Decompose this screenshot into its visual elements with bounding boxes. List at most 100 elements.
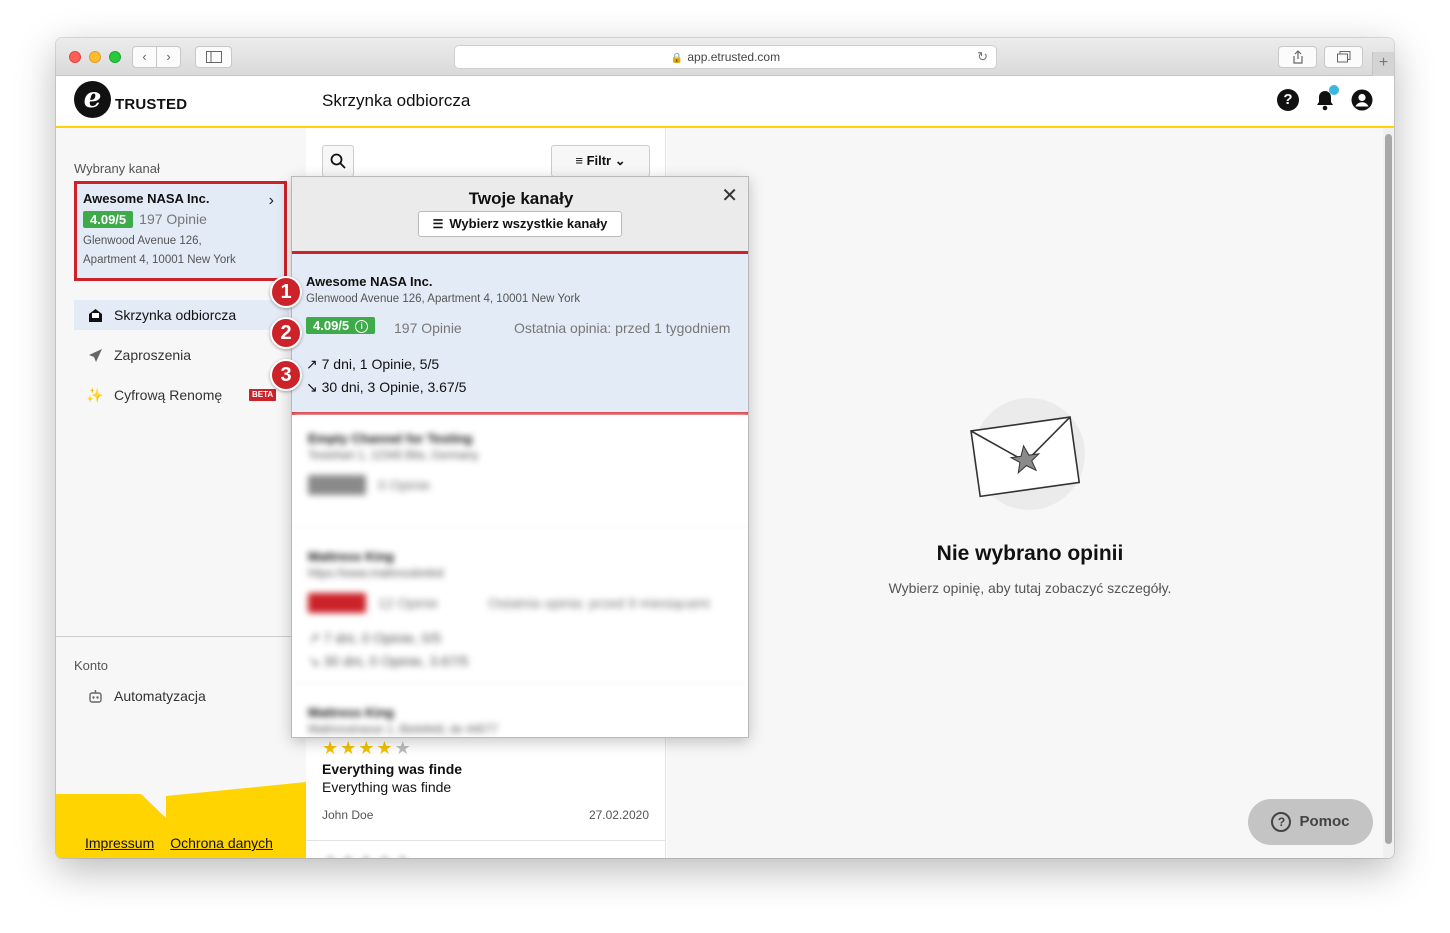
select-all-channels-button[interactable]: ☰ Wybierz wszystkie kanały [418, 211, 622, 237]
beta-badge: BETA [249, 389, 277, 401]
reload-icon[interactable]: ↻ [977, 46, 988, 68]
channel-address: Glenwood Avenue 126, Apartment 4, 10001 … [306, 293, 581, 305]
channels-dropdown-title: Twoje kanały [468, 189, 574, 208]
channel-name: Awesome NASA Inc. [306, 274, 433, 289]
channel-item[interactable]: Mattress King https://www.mattresskinkid… [292, 529, 748, 685]
help-button-label: Pomoc [1299, 813, 1350, 830]
rating-badge [308, 475, 366, 500]
page-scrollbar[interactable] [1383, 128, 1394, 858]
selected-channel-card[interactable]: Awesome NASA Inc. › 4.09/5 197 Opinie Gle… [74, 181, 287, 281]
trend-down-icon: ↘ [306, 379, 322, 395]
rating-badge: 4.09/5 i [306, 317, 376, 334]
annotation-marker-2: 2 [270, 317, 302, 349]
sidebar-item-inbox[interactable]: Skrzynka odbiorcza [74, 300, 289, 330]
review-count: 197 Opinie [139, 211, 207, 227]
filter-icon: ≡ [575, 153, 583, 168]
new-tab-button[interactable]: + [1372, 52, 1394, 76]
selected-channel-label: Wybrany kanał [74, 161, 160, 176]
review-count: 0 Opinie [378, 477, 431, 493]
review-divider [306, 840, 666, 841]
review-detail-panel: Nie wybrano opinii Wybierz opinię, aby t… [667, 128, 1383, 858]
rating-badge: 4.09/5 [83, 211, 134, 228]
star-icon: ★ [358, 738, 377, 758]
tabs-overview-button[interactable] [1324, 46, 1363, 68]
list-icon: ☰ [432, 217, 444, 231]
close-icon[interactable]: ✕ [721, 183, 738, 208]
search-icon [330, 153, 346, 169]
channel-name: Awesome NASA Inc. [83, 191, 210, 206]
review-author: John Doe [322, 808, 374, 822]
info-icon[interactable]: i [355, 320, 369, 333]
lock-icon: 🔒 [670, 53, 684, 64]
page-title: Skrzynka odbiorcza [322, 91, 471, 110]
forward-button[interactable]: › [156, 46, 181, 68]
back-button[interactable]: ‹ [132, 46, 157, 68]
etrusted-logo[interactable]: e [74, 81, 111, 118]
logo-text: TRUSTED [115, 96, 188, 113]
channel-name: Mattress King [308, 549, 394, 564]
account-label: Konto [74, 658, 108, 673]
minimize-window-button[interactable] [89, 51, 101, 63]
channel-address-line1: Glenwood Avenue 126, [83, 235, 202, 247]
maximize-window-button[interactable] [109, 51, 121, 63]
browser-window: ‹ › 🔒 app.etrusted.com ↻ + e TRUSTED Skrz… [56, 38, 1394, 858]
sidebar: Wybrany kanał Awesome NASA Inc. › 4.09/5… [56, 128, 306, 858]
empty-state-illustration [970, 398, 1085, 510]
empty-state-subtitle: Wybierz opinię, aby tutaj zobaczyć szcze… [888, 580, 1172, 596]
close-window-button[interactable] [69, 51, 81, 63]
help-button[interactable]: ? Pomoc [1248, 799, 1373, 845]
channels-dropdown-header: Twoje kanały ✕ ☰ Wybierz wszystkie kanały [292, 177, 748, 254]
channel-item-active[interactable]: Awesome NASA Inc. Glenwood Avenue 126, A… [292, 251, 748, 415]
channels-dropdown: Twoje kanały ✕ ☰ Wybierz wszystkie kanały… [291, 176, 749, 738]
notifications-button[interactable] [1314, 85, 1339, 111]
filter-button[interactable]: ≡ Filtr ⌄ [551, 145, 650, 177]
next-review-stars: ★★★★★ [322, 850, 413, 858]
trend-up-icon: ↗ [306, 356, 322, 372]
sidebar-icon [205, 51, 222, 63]
sidebar-item-invitations[interactable]: Zaproszenia [74, 340, 289, 370]
sidebar-item-digital-reputation[interactable]: ✨ Cyfrową Renomę BETA [74, 380, 289, 410]
user-icon [1351, 89, 1373, 111]
account-button[interactable] [1351, 89, 1373, 111]
rating-value: 4.09/5 [313, 318, 350, 333]
sidebar-divider [56, 636, 306, 637]
channel-name: Mattress King [308, 705, 394, 720]
impressum-link[interactable]: Impressum [85, 835, 154, 851]
trend-30-days: ↘ 30 dni, 3 Opinie, 3.67/5 [306, 379, 466, 396]
envelope-star-icon [970, 416, 1081, 498]
send-icon [86, 340, 104, 373]
review-stars: ★★★★★ [322, 738, 413, 759]
channel-address: Testshart 1, 12345 Bits, Germany [308, 450, 479, 462]
trend-7-days: ↗ 7 dni, 0 Opinie, 0/5 [308, 630, 442, 646]
last-review: Ostatnia opinia: przed 9 miesiącami [488, 595, 710, 611]
share-icon [1292, 50, 1303, 64]
star-icon: ★ [376, 738, 395, 758]
trend-7-text: 7 dni, 0 Opinie, 0/5 [323, 630, 442, 646]
star-icon: ★ [340, 738, 359, 758]
channel-item[interactable]: Empty Channel for Testing Testshart 1, 1… [292, 415, 748, 529]
review-body: Everything was finde [322, 779, 452, 795]
review-count: 12 Opinie [378, 595, 438, 611]
channel-address-line2: Apartment 4, 10001 New York [83, 254, 236, 266]
filter-label: Filtr [586, 153, 612, 168]
review-date: 27.02.2020 [588, 808, 649, 822]
share-button[interactable] [1278, 46, 1317, 68]
scrollbar-thumb[interactable] [1385, 134, 1392, 844]
help-icon[interactable]: ? [1277, 89, 1299, 111]
address-bar[interactable]: 🔒 app.etrusted.com ↻ [454, 45, 997, 69]
search-button[interactable] [322, 145, 354, 177]
sparkle-icon: ✨ [86, 387, 104, 403]
last-review: Ostatnia opinia: przed 1 tygodniem [514, 320, 731, 336]
sidebar-item-automation[interactable]: Automatyzacja [74, 681, 289, 711]
browser-titlebar: ‹ › 🔒 app.etrusted.com ↻ + [56, 38, 1394, 76]
robot-icon [86, 681, 104, 714]
sidebar-toggle-button[interactable] [195, 46, 232, 68]
review-title[interactable]: Everything was finde [322, 761, 462, 777]
star-empty-icon: ★ [394, 738, 413, 758]
privacy-link[interactable]: Ochrona danych [170, 835, 273, 851]
sidebar-item-label: Cyfrową Renomę [114, 387, 223, 403]
chevron-down-icon: ⌄ [614, 153, 626, 168]
select-all-label: Wybierz wszystkie kanały [449, 216, 608, 231]
channel-item[interactable]: Mattress King Mattresstrasse 1, Bielefel… [292, 685, 748, 737]
star-icon: ★ [322, 738, 341, 758]
